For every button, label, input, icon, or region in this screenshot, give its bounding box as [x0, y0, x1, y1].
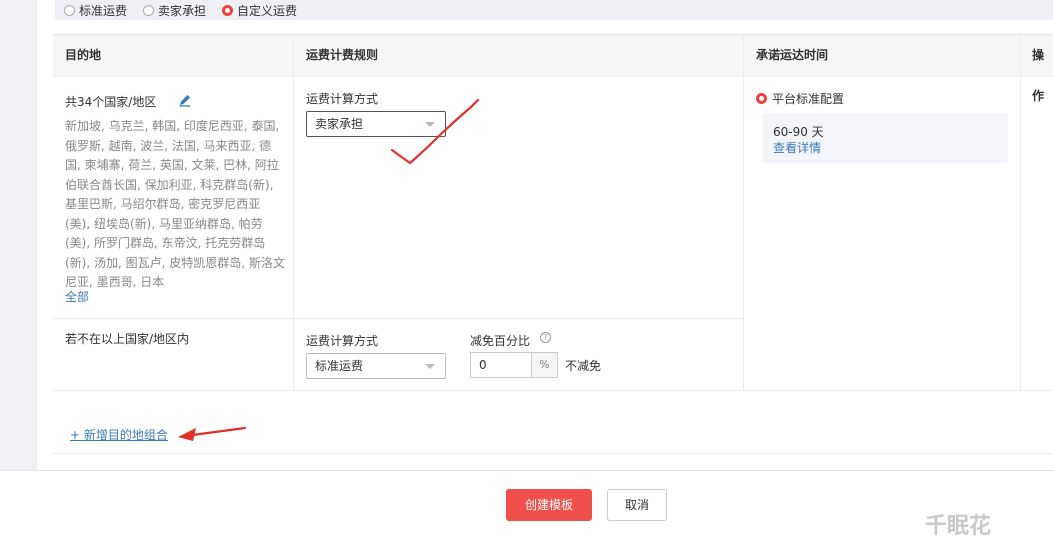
create-template-button[interactable]: 创建模板 — [506, 489, 592, 521]
column-divider — [743, 35, 744, 391]
shipping-rule-table: 目的地 运费计费规则 承诺运达时间 操作 共34个国家/地区 新加坡, 乌克兰,… — [53, 34, 1053, 391]
row-divider — [53, 318, 743, 319]
header-rule: 运费计费规则 — [306, 48, 379, 62]
left-gutter — [0, 0, 37, 470]
percent-unit: % — [532, 352, 558, 378]
calc-method-select[interactable]: 卖家承担 — [306, 111, 446, 137]
calc-method-select[interactable]: 标准运费 — [306, 353, 446, 379]
cancel-button[interactable]: 取消 — [607, 489, 667, 521]
divider — [53, 453, 1053, 454]
select-value: 卖家承担 — [315, 117, 364, 131]
radio-label: 卖家承担 — [158, 3, 207, 18]
radio-selected-icon — [756, 93, 767, 104]
header-delivery-time: 承诺运达时间 — [756, 48, 829, 62]
column-divider — [1020, 35, 1021, 391]
calc-method-label: 运费计算方式 — [306, 334, 379, 348]
row-divider — [53, 390, 1053, 391]
column-divider — [293, 35, 294, 391]
chevron-down-icon — [425, 364, 435, 369]
edit-pencil-icon[interactable] — [178, 93, 192, 107]
radio-seller-pays[interactable]: 卖家承担 — [143, 2, 206, 19]
radio-label: 自定义运费 — [237, 3, 298, 18]
radio-custom-shipping[interactable]: 自定义运费 — [222, 2, 297, 19]
radio-standard-shipping[interactable]: 标准运费 — [64, 2, 127, 19]
add-destination-group-link[interactable]: + 新增目的地组合 — [70, 426, 168, 443]
radio-selected-icon — [222, 4, 234, 16]
header-destination: 目的地 — [65, 48, 102, 62]
calc-method-label: 运费计算方式 — [306, 92, 379, 106]
delivery-days: 60-90 天 — [773, 125, 824, 139]
delivery-option-radio[interactable]: 平台标准配置 — [756, 90, 844, 107]
delivery-details-link[interactable]: 查看详情 — [773, 139, 821, 156]
watermark: 千眠花 — [925, 514, 992, 539]
show-all-link[interactable]: 全部 — [65, 288, 89, 305]
discount-percent-input[interactable]: 0 — [470, 352, 532, 378]
radio-circle-icon — [64, 4, 75, 16]
shipping-type-radio-group: 标准运费 卖家承担 自定义运费 — [64, 0, 297, 20]
discount-label: 减免百分比 — [470, 334, 531, 348]
select-value: 标准运费 — [315, 359, 364, 373]
radio-label: 标准运费 — [79, 3, 128, 18]
chevron-down-icon — [425, 122, 435, 127]
help-icon[interactable]: ? — [540, 332, 551, 343]
other-destinations-text: 若不在以上国家/地区内 — [65, 332, 190, 346]
delivery-option-label: 平台标准配置 — [772, 92, 845, 106]
destination-count: 共34个国家/地区 — [65, 95, 157, 109]
radio-circle-icon — [143, 4, 155, 16]
discount-note: 不减免 — [565, 359, 602, 373]
destination-country-list: 新加坡, 乌克兰, 韩国, 印度尼西亚, 泰国, 俄罗斯, 越南, 波兰, 法国… — [65, 119, 285, 289]
header-actions: 操作 — [1032, 48, 1045, 103]
table-header: 目的地 运费计费规则 承诺运达时间 操作 — [53, 35, 1053, 103]
